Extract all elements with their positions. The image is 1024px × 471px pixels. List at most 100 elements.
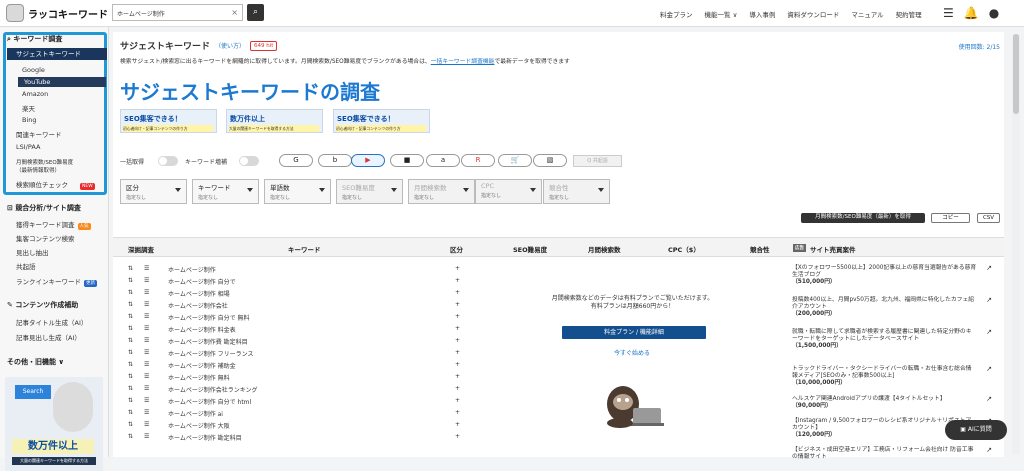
- keyword-cell[interactable]: ホームページ制作 自分で html: [168, 397, 251, 406]
- table-row[interactable]: ⇅ ☰ ホームページ制作 無料 +: [113, 373, 485, 385]
- header-seo[interactable]: SEO難易度: [513, 244, 547, 254]
- sidebar-sub-bing[interactable]: Bing: [22, 116, 37, 124]
- header-competition[interactable]: 競合性: [750, 244, 770, 254]
- sidebar-item-lsi[interactable]: LSI/PAA: [16, 143, 40, 151]
- refresh-icon[interactable]: ⇅: [128, 277, 133, 284]
- google-engine-button[interactable]: G: [279, 154, 313, 167]
- site-sale-title[interactable]: 【Xのフォロワー5500以上】2000記事以上の慈育当選報告がある慈育生活ブログ: [792, 265, 977, 279]
- external-link-icon[interactable]: ↗: [986, 447, 992, 454]
- table-row[interactable]: ⇅ ☰ ホームページ制作 相場 +: [113, 289, 485, 301]
- how-to-link[interactable]: （使い方）: [215, 41, 245, 50]
- refresh-icon[interactable]: ⇅: [128, 385, 133, 392]
- sidebar-sub-youtube[interactable]: YouTube: [18, 77, 106, 87]
- external-link-icon[interactable]: ↗: [986, 265, 992, 272]
- table-row[interactable]: ⇅ ☰ ホームページ制作 大阪 +: [113, 421, 485, 433]
- refresh-icon[interactable]: ⇅: [128, 313, 133, 320]
- sidebar-item-latest[interactable]: （最新情報取得）: [16, 166, 60, 174]
- keyword-cell[interactable]: ホームページ制作: [168, 265, 216, 274]
- table-row[interactable]: ⇅ ☰ ホームページ制作費 勘定科目 +: [113, 337, 485, 349]
- site-sale-item[interactable]: ヘルスケア関連Androidアプリの譲渡【4タイトルセット】 （90,000円） ↗: [792, 396, 992, 410]
- table-row[interactable]: ⇅ ☰ ホームページ制作 ai +: [113, 409, 485, 421]
- sidebar-item-suggest[interactable]: サジェストキーワード: [7, 48, 107, 60]
- site-sale-item[interactable]: 【Xのフォロワー5500以上】2000記事以上の慈育当選報告がある慈育生活ブログ…: [792, 265, 992, 286]
- sidebar-item-rankin[interactable]: ランクインキーワード 更新: [16, 276, 97, 287]
- search-input[interactable]: ホームページ制作 ×: [112, 4, 243, 21]
- sidebar-item-heading-extract[interactable]: 見出し抽出: [16, 247, 49, 257]
- refresh-icon[interactable]: ⇅: [128, 265, 133, 272]
- banner-1[interactable]: SEO集客できる！ 初心者向け・記事コンテンツの作り方: [120, 109, 217, 133]
- site-sale-title[interactable]: 投稿数400以上、月間pv50万超。北九州、福岡県に特化したカフェ紹介アカウント: [792, 297, 977, 311]
- growth-toggle[interactable]: [239, 156, 259, 166]
- nav-pricing[interactable]: 料金プラン: [660, 9, 693, 19]
- refresh-icon[interactable]: ⇅: [128, 325, 133, 332]
- youtube-engine-button[interactable]: ▶: [351, 154, 385, 167]
- sidebar-item-title-gen[interactable]: 記事タイトル生成（AI）: [16, 317, 87, 327]
- table-row[interactable]: ⇅ ☰ ホームページ制作 自分で +: [113, 277, 485, 289]
- table-row[interactable]: ⇅ ☰ ホームページ制作 +: [113, 265, 485, 277]
- rakuten-engine-button[interactable]: R: [461, 154, 495, 167]
- menu-icon[interactable]: ☰: [144, 409, 149, 416]
- add-icon[interactable]: +: [455, 385, 460, 392]
- add-icon[interactable]: +: [455, 313, 460, 320]
- add-icon[interactable]: +: [455, 373, 460, 380]
- keyword-cell[interactable]: ホームページ制作 勘定科目: [168, 433, 242, 442]
- nav-manual[interactable]: マニュアル: [851, 9, 883, 19]
- external-link-icon[interactable]: ↗: [986, 329, 992, 336]
- site-sale-title[interactable]: ヘルスケア関連Androidアプリの譲渡【4タイトルセット】: [792, 396, 977, 403]
- table-row[interactable]: ⇅ ☰ ホームページ制作 料金表 +: [113, 325, 485, 337]
- site-sale-title[interactable]: 就職・転職に際して求職者が検索する履歴書に関連した特定分野のキーワードをターゲッ…: [792, 329, 977, 343]
- sidebar-item-acquired[interactable]: 獲得キーワード調査 人気: [16, 219, 91, 230]
- nav-download[interactable]: 資料ダウンロード: [787, 9, 839, 19]
- image-engine-button[interactable]: ▧: [533, 154, 567, 167]
- site-sale-item[interactable]: 就職・転職に際して求職者が検索する履歴書に関連した特定分野のキーワードをターゲッ…: [792, 329, 992, 350]
- sidebar-item-monthly[interactable]: 月間検索数/SEO難易度: [16, 158, 73, 166]
- add-icon[interactable]: +: [455, 265, 460, 272]
- logo[interactable]: ラッコキーワード: [6, 4, 108, 22]
- user-icon[interactable]: ●: [989, 6, 999, 20]
- sidebar-sub-rakuten[interactable]: 楽天: [22, 103, 35, 113]
- keyword-cell[interactable]: ホームページ制作 ai: [168, 409, 223, 418]
- filter-word-count[interactable]: 単語数 指定なし: [264, 179, 331, 204]
- refresh-icon[interactable]: ⇅: [128, 433, 133, 440]
- menu-icon[interactable]: ☰: [144, 361, 149, 368]
- description-link[interactable]: 一括キーワード調査機能: [431, 59, 495, 65]
- banner-3[interactable]: SEO集客できる！ 初心者向け・記事コンテンツの作り方: [333, 109, 430, 133]
- menu-icon[interactable]: ☰: [144, 325, 149, 332]
- menu-icon[interactable]: ☰: [144, 421, 149, 428]
- external-link-icon[interactable]: ↗: [986, 366, 992, 373]
- table-row[interactable]: ⇅ ☰ ホームページ制作 フリーランス +: [113, 349, 485, 361]
- clear-icon[interactable]: ×: [231, 8, 238, 17]
- table-row[interactable]: ⇅ ☰ ホームページ制作会社ランキング +: [113, 385, 485, 397]
- menu-icon[interactable]: ☰: [144, 313, 149, 320]
- keyword-cell[interactable]: ホームページ制作 自分で 無料: [168, 313, 250, 322]
- nav-features[interactable]: 機能一覧 ∨: [705, 9, 738, 19]
- menu-icon[interactable]: ☰: [943, 6, 954, 20]
- header-monthly[interactable]: 月間検索数: [588, 244, 621, 254]
- scrollbar[interactable]: [1012, 34, 1020, 454]
- external-link-icon[interactable]: ↗: [986, 396, 992, 403]
- keyword-cell[interactable]: ホームページ制作 相場: [168, 289, 230, 298]
- sidebar-sub-amazon[interactable]: Amazon: [22, 90, 48, 98]
- pricing-detail-button[interactable]: 料金プラン / 機能詳細: [562, 326, 706, 339]
- video-engine-button[interactable]: ■: [390, 154, 424, 167]
- refresh-icon[interactable]: ⇅: [128, 289, 133, 296]
- sidebar-item-rank-check[interactable]: 検索順位チェック NEW: [16, 179, 95, 190]
- refresh-icon[interactable]: ⇅: [128, 397, 133, 404]
- keyword-cell[interactable]: ホームページ制作 大阪: [168, 421, 230, 430]
- banner-2[interactable]: 数万件以上 大量の関連キーワードを取得する方法: [226, 109, 323, 133]
- keyword-cell[interactable]: ホームページ制作会社ランキング: [168, 385, 258, 394]
- menu-icon[interactable]: ☰: [144, 277, 149, 284]
- filter-category[interactable]: 区分 指定なし: [120, 179, 187, 204]
- keyword-cell[interactable]: ホームページ制作会社: [168, 301, 228, 310]
- table-row[interactable]: ⇅ ☰ ホームページ制作 自分で html +: [113, 397, 485, 409]
- external-link-icon[interactable]: ↗: [986, 297, 992, 304]
- add-icon[interactable]: +: [455, 325, 460, 332]
- header-cpc[interactable]: CPC（$）: [668, 244, 700, 254]
- bulk-toggle[interactable]: [158, 156, 178, 166]
- sidebar-sub-google[interactable]: Google: [22, 66, 45, 74]
- nav-case-studies[interactable]: 導入事例: [749, 9, 775, 19]
- site-sale-item[interactable]: トラックドライバー・タクシードライバーの転職・お仕事含む総合情報メディア[SEO…: [792, 366, 992, 387]
- menu-icon[interactable]: ☰: [144, 301, 149, 308]
- table-row[interactable]: ⇅ ☰ ホームページ制作 自分で 無料 +: [113, 313, 485, 325]
- menu-icon[interactable]: ☰: [144, 433, 149, 440]
